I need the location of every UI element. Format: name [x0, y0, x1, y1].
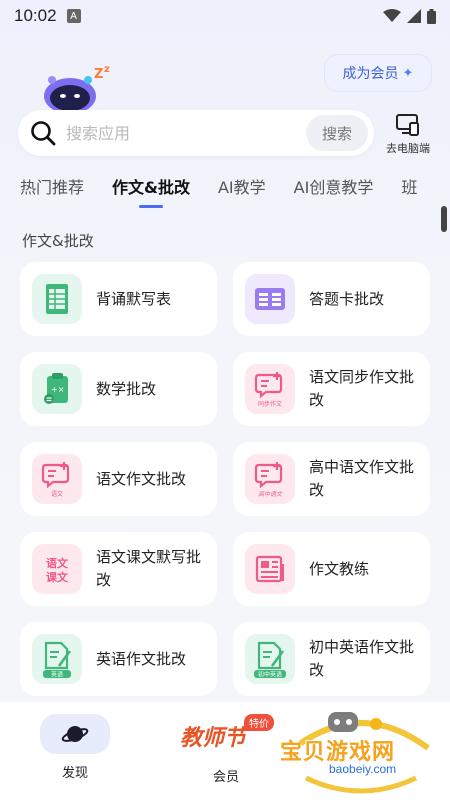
- tool-card[interactable]: 作文教练: [233, 532, 430, 606]
- svg-text:语文: 语文: [51, 490, 63, 498]
- tool-label: 高中语文作文批改: [309, 458, 415, 499]
- tab-ai-creative[interactable]: AI创意教学: [294, 176, 374, 212]
- math-clipboard-icon: +×: [32, 364, 82, 414]
- notification-icon: A: [66, 9, 81, 23]
- mascot-logo: Z z: [44, 64, 110, 114]
- wifi-icon: [383, 9, 401, 22]
- tool-label: 数学批改: [96, 379, 157, 398]
- tool-card[interactable]: 背诵默写表: [20, 262, 217, 336]
- go-to-pc-label: 去电脑端: [386, 142, 430, 155]
- category-tabs: 热门推荐 作文&批改 AI教学 AI创意教学 班: [20, 176, 450, 212]
- tool-card[interactable]: 初中英语 初中英语作文批改: [233, 622, 430, 696]
- svg-text:Z: Z: [94, 67, 103, 82]
- go-to-pc-button[interactable]: 去电脑端: [378, 112, 438, 156]
- section-title: 作文&批改: [22, 232, 94, 250]
- monitor-icon: [396, 114, 419, 136]
- sheet-icon: [32, 274, 82, 324]
- answer-card-icon: [245, 274, 295, 324]
- chat-edit-icon: 高中语文: [245, 454, 295, 504]
- text-badge-icon: 语文 课文: [32, 544, 82, 594]
- tab-writing-grading[interactable]: 作文&批改: [112, 176, 190, 212]
- sparkle-icon: ✦: [402, 65, 414, 81]
- signal-icon: [407, 9, 421, 23]
- doc-pen-icon: 英语: [32, 634, 82, 684]
- tool-label: 作文教练: [309, 559, 370, 578]
- nav-discover-button[interactable]: [40, 714, 110, 754]
- svg-text:高中语文: 高中语文: [258, 490, 283, 498]
- status-time: 10:02: [14, 6, 57, 25]
- chat-edit-icon: 同步作文: [245, 364, 295, 414]
- tab-hot[interactable]: 热门推荐: [20, 176, 84, 212]
- tool-label: 答题卡批改: [309, 289, 385, 308]
- become-member-label: 成为会员: [342, 66, 399, 82]
- chat-edit-icon: 语文: [32, 454, 82, 504]
- svg-text:课文: 课文: [46, 570, 69, 584]
- search-input[interactable]: [66, 123, 306, 143]
- tool-card[interactable]: 语文 语文作文批改: [20, 442, 217, 516]
- search-bar: 搜索: [18, 110, 374, 156]
- tool-label: 英语作文批改: [96, 649, 187, 668]
- tool-label: 初中英语作文批改: [309, 638, 415, 679]
- status-bar: 10:02 A: [0, 0, 450, 32]
- tool-label: 语文同步作文批改: [309, 368, 415, 409]
- svg-text:z: z: [104, 64, 110, 75]
- tool-card[interactable]: 同步作文 语文同步作文批改: [233, 352, 430, 426]
- doc-pen-icon: 初中英语: [245, 634, 295, 684]
- teachers-day-promo[interactable]: 教师节: [180, 720, 246, 752]
- tool-label: 语文作文批改: [96, 469, 187, 488]
- tool-label: 语文课文默写批改: [96, 548, 202, 589]
- tab-class[interactable]: 班: [401, 176, 417, 212]
- tool-label: 背诵默写表: [96, 289, 172, 308]
- tab-ai-teaching[interactable]: AI教学: [218, 176, 266, 212]
- newspaper-icon: [245, 544, 295, 594]
- special-price-badge: 特价: [244, 714, 274, 731]
- tool-card[interactable]: 答题卡批改: [233, 262, 430, 336]
- nav-discover-label: 发现: [61, 766, 88, 781]
- text-badge-line1: 语文: [46, 556, 69, 570]
- tool-card[interactable]: 英语 英语作文批改: [20, 622, 217, 696]
- svg-text:初中英语: 初中英语: [258, 671, 282, 679]
- nav-member-label[interactable]: 会员: [196, 766, 256, 785]
- become-member-button[interactable]: 成为会员 ✦: [324, 54, 432, 92]
- svg-text:同步作文: 同步作文: [258, 400, 282, 408]
- svg-text:英语: 英语: [51, 671, 63, 679]
- scrollbar[interactable]: [441, 206, 447, 232]
- tool-card[interactable]: 高中语文 高中语文作文批改: [233, 442, 430, 516]
- svg-text:+×: +×: [51, 385, 64, 394]
- planet-icon: [61, 726, 89, 742]
- tool-card[interactable]: +× 数学批改: [20, 352, 217, 426]
- search-icon: [31, 121, 56, 146]
- tool-card[interactable]: 语文 课文 语文课文默写批改: [20, 532, 217, 606]
- battery-icon: [427, 8, 436, 24]
- search-button[interactable]: 搜索: [306, 115, 368, 151]
- watermark-url: baobeiy.com: [326, 762, 400, 776]
